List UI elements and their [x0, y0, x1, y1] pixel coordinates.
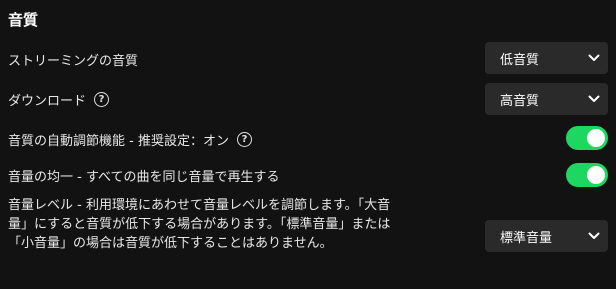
- streaming-quality-select[interactable]: 低音質: [485, 42, 608, 74]
- auto-adjust-label-text: 音質の自動調節機能 - 推奨設定：オン: [8, 134, 229, 149]
- download-quality-select[interactable]: 高音質: [485, 83, 608, 115]
- help-icon[interactable]: ?: [94, 92, 110, 107]
- normalize-volume-label-text: 音量の均一 - すべての曲を同じ音量で再生する: [8, 170, 280, 185]
- chevron-down-icon: [588, 54, 600, 61]
- chevron-down-icon: [588, 95, 600, 102]
- auto-adjust-toggle[interactable]: [566, 126, 608, 150]
- download-quality-label-text: ダウンロード: [8, 94, 87, 109]
- volume-level-select[interactable]: 標準音量: [485, 220, 608, 252]
- volume-level-value: 標準音量: [500, 230, 553, 246]
- download-quality-label: ダウンロード ?: [8, 90, 110, 109]
- normalize-volume-toggle[interactable]: [566, 163, 608, 187]
- streaming-quality-label: ストリーミングの音質: [8, 50, 138, 69]
- section-title: 音質: [8, 11, 39, 29]
- chevron-down-icon: [588, 232, 600, 239]
- volume-level-description: 音量レベル - 利用環境にあわせて音量レベルを調節します。「大音量」にすると音質…: [8, 198, 391, 251]
- normalize-volume-label: 音量の均一 - すべての曲を同じ音量で再生する: [8, 166, 280, 185]
- audio-quality-settings: 音質 ストリーミングの音質 低音質 ダウンロード ? 高音質 音質の自動調節機能…: [0, 0, 616, 289]
- streaming-quality-value: 低音質: [500, 52, 540, 68]
- toggle-knob: [587, 129, 605, 147]
- download-quality-value: 高音質: [500, 93, 540, 109]
- streaming-quality-label-text: ストリーミングの音質: [8, 54, 139, 69]
- help-icon[interactable]: ?: [236, 132, 252, 147]
- toggle-knob: [587, 166, 605, 184]
- auto-adjust-label: 音質の自動調節機能 - 推奨設定：オン ?: [8, 130, 252, 149]
